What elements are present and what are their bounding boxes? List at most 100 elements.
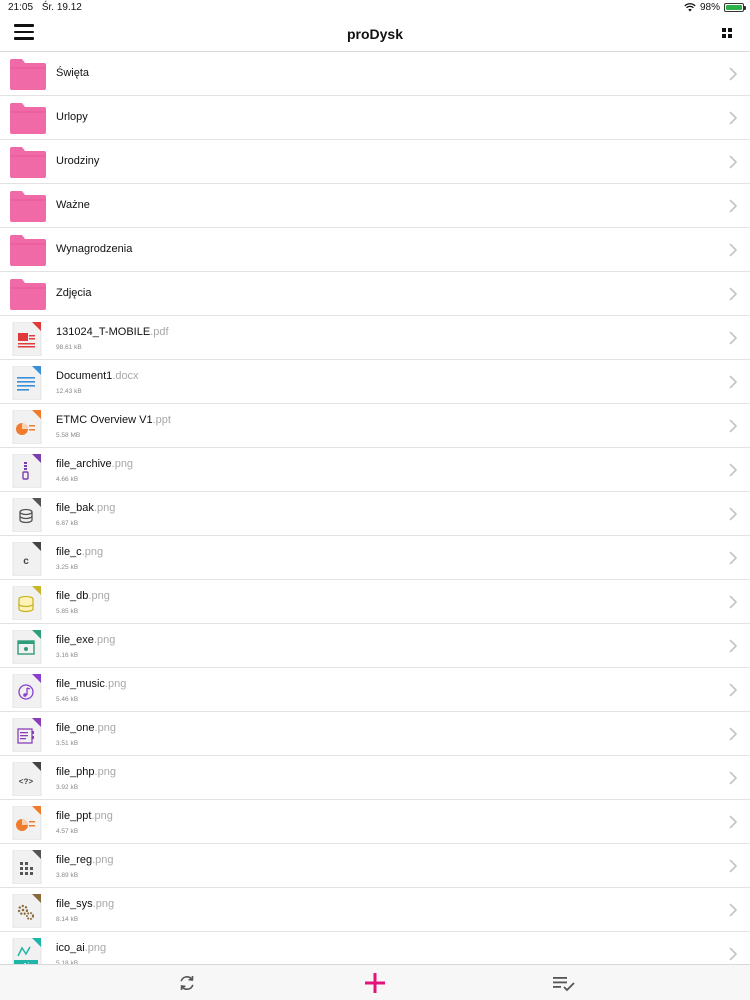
file-size: 6.87 kB <box>56 520 79 527</box>
file-row[interactable]: file_sys.png 8.14 kB <box>0 888 750 932</box>
folder-name: Wynagrodzenia <box>56 243 132 255</box>
folder-name: Święta <box>56 67 89 79</box>
db-file-icon <box>10 585 46 621</box>
file-extension: .ppt <box>152 414 171 426</box>
item-name: file_music <box>56 678 105 690</box>
folder-row[interactable]: Wynagrodzenia <box>0 228 750 272</box>
bottom-toolbar <box>0 964 750 1000</box>
checklist-icon <box>553 977 575 992</box>
chevron-right-icon <box>728 639 738 653</box>
file-name: file_one.png <box>56 722 116 734</box>
file-row[interactable]: file_reg.png 3.89 kB <box>0 844 750 888</box>
file-row[interactable]: Aiico_ai.png5.18 kB <box>0 932 750 964</box>
docx-file-icon <box>10 365 46 401</box>
folder-icon <box>10 190 46 222</box>
item-name: Document1 <box>56 370 113 382</box>
file-extension: .png <box>94 766 116 778</box>
chevron-right-icon <box>728 419 738 433</box>
folder-icon <box>10 146 46 178</box>
battery-percent: 98% <box>699 2 720 13</box>
item-name: file_php <box>56 766 95 778</box>
chevron-right-icon <box>728 947 738 961</box>
item-name: file_c <box>56 546 82 558</box>
file-extension: .png <box>111 458 134 470</box>
grid-view-icon[interactable] <box>722 28 733 39</box>
file-extension: .docx <box>112 370 139 382</box>
item-name: file_exe <box>56 634 94 646</box>
plus-icon <box>365 973 385 993</box>
file-extension: .pdf <box>150 326 169 338</box>
folder-icon <box>10 278 46 310</box>
chevron-right-icon <box>728 463 738 477</box>
file-name: file_music.png <box>56 678 126 690</box>
file-name: file_db.png <box>56 590 110 602</box>
folder-name: Urlopy <box>56 111 88 123</box>
item-name: Zdjęcia <box>56 287 92 299</box>
navigation-bar: proDysk <box>0 16 750 52</box>
file-name: file_bak.png <box>56 502 115 514</box>
folder-row[interactable]: Zdjęcia <box>0 272 750 316</box>
file-size: 5.58 MB <box>56 432 81 439</box>
chevron-right-icon <box>728 155 738 169</box>
item-name: ico_ai <box>56 942 85 954</box>
status-date: Śr. 19.12 <box>41 2 82 13</box>
item-name: Święta <box>56 67 90 79</box>
item-name: file_reg <box>56 854 93 866</box>
chevron-right-icon <box>728 287 738 301</box>
file-name: file_reg.png <box>56 854 114 866</box>
file-extension: .png <box>92 854 114 866</box>
chevron-right-icon <box>728 111 738 125</box>
item-name: file_ppt <box>56 810 92 822</box>
folder-name: Ważne <box>56 199 90 211</box>
file-size: 12.43 kB <box>56 388 82 395</box>
ppt-file-icon <box>10 409 46 445</box>
file-row[interactable]: file_ppt.png 4.57 kB <box>0 800 750 844</box>
folder-row[interactable]: Urlopy <box>0 96 750 140</box>
file-row[interactable]: file_one.png 3.51 kB <box>0 712 750 756</box>
file-row[interactable]: file_music.png 5.46 kB <box>0 668 750 712</box>
folder-name: Urodziny <box>56 155 99 167</box>
file-extension: .png <box>92 898 115 910</box>
chevron-right-icon <box>728 199 738 213</box>
file-row[interactable]: <?> file_php.png 3.92 kB <box>0 756 750 800</box>
item-name: ETMC Overview V1 <box>56 414 153 426</box>
item-name: 131024_T-MOBILE <box>56 326 151 338</box>
file-row[interactable]: file_db.png 5.85 kB <box>0 580 750 624</box>
music-file-icon <box>10 673 46 709</box>
file-name: file_exe.png <box>56 634 115 646</box>
svg-text:<?>: <?> <box>19 778 34 787</box>
file-row[interactable]: c file_c.png 3.25 kB <box>0 536 750 580</box>
file-extension: .png <box>88 590 110 602</box>
file-name: file_archive.png <box>56 458 133 470</box>
file-size: 4.57 kB <box>56 828 79 835</box>
chevron-right-icon <box>728 595 738 609</box>
ai-file-icon: Ai <box>10 937 46 964</box>
chevron-right-icon <box>728 375 738 389</box>
file-row[interactable]: Document1.docx 12.43 kB <box>0 360 750 404</box>
add-button[interactable] <box>363 971 387 995</box>
file-name: 131024_T-MOBILE.pdf <box>56 326 169 338</box>
file-extension: .png <box>94 722 116 734</box>
file-name: ico_ai.png <box>56 942 106 954</box>
file-extension: .png <box>91 810 113 822</box>
item-name: file_archive <box>56 458 112 470</box>
item-name: file_sys <box>56 898 93 910</box>
folder-row[interactable]: Ważne <box>0 184 750 228</box>
wifi-icon <box>684 3 696 12</box>
file-row[interactable]: 131024_T-MOBILE.pdf 98.61 kB <box>0 316 750 360</box>
file-row[interactable]: file_exe.png 3.16 kB <box>0 624 750 668</box>
file-row[interactable]: ETMC Overview V1.ppt 5.58 MB <box>0 404 750 448</box>
archive-file-icon <box>10 453 46 489</box>
file-size: 3.25 kB <box>56 564 79 571</box>
folder-row[interactable]: Święta <box>0 52 750 96</box>
refresh-icon[interactable] <box>175 971 199 995</box>
pdf-file-icon <box>10 321 46 357</box>
file-extension: .png <box>84 942 107 954</box>
folder-row[interactable]: Urodziny <box>0 140 750 184</box>
file-row[interactable]: file_archive.png 4.66 kB <box>0 448 750 492</box>
c-file-icon: c <box>10 541 46 577</box>
folder-icon <box>10 234 46 266</box>
file-row[interactable]: file_bak.png 6.87 kB <box>0 492 750 536</box>
file-size: 3.16 kB <box>56 652 79 659</box>
select-mode-button[interactable] <box>552 971 576 995</box>
